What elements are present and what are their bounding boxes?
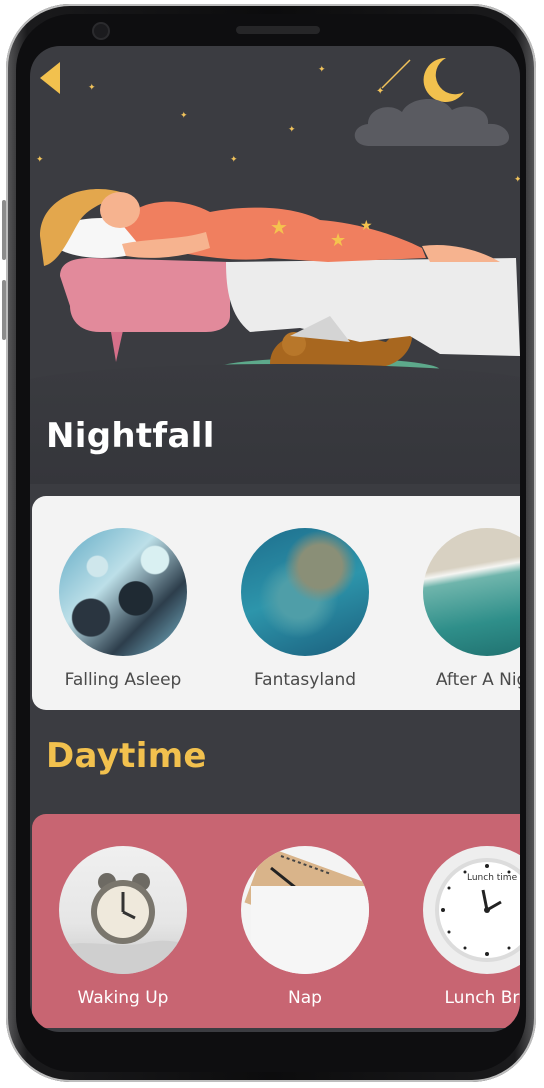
track-label: Fantasyland — [253, 670, 357, 690]
svg-text:★: ★ — [360, 218, 373, 234]
nightfall-carousel[interactable]: Falling Asleep Fantasyland After A Nigh — [32, 496, 520, 710]
star-icon: ✦ — [180, 111, 188, 121]
marble-blue-black-thumbnail — [59, 528, 187, 656]
app-screen: ✦ ✦ ✦ ✦ ✦ ✦ ✦ ✦ ★ ★ ★ Nightfall Falling … — [30, 46, 520, 1032]
volume-button — [2, 280, 6, 340]
track-after-a-night[interactable]: After A Nigh — [422, 528, 520, 698]
daytime-carousel[interactable]: Waking Up Nap Lunch time Lunch Br — [32, 814, 520, 1028]
star-icon: ✦ — [230, 155, 238, 165]
track-falling-asleep[interactable]: Falling Asleep — [58, 528, 188, 698]
track-label: Lunch Bre — [444, 988, 521, 1008]
svg-text:★: ★ — [270, 215, 288, 239]
track-waking-up[interactable]: Waking Up — [58, 846, 188, 1016]
svg-text:★: ★ — [330, 230, 346, 251]
notebook-pen-thumbnail — [241, 846, 369, 974]
track-fantasyland[interactable]: Fantasyland — [240, 528, 370, 698]
star-icon: ✦ — [318, 65, 326, 75]
sleeping-woman-illustration: ★ ★ ★ — [40, 189, 520, 382]
turquoise-sea-aerial-thumbnail — [241, 528, 369, 656]
star-icon: ✦ — [36, 155, 44, 165]
wall-clock-thumbnail: Lunch time — [423, 846, 520, 974]
section-title-daytime: Daytime — [46, 736, 207, 776]
chevron-left-icon[interactable] — [36, 60, 68, 96]
track-label: Falling Asleep — [64, 670, 182, 690]
track-nap[interactable]: Nap — [240, 846, 370, 1016]
track-lunch-break[interactable]: Lunch time Lunch Bre — [422, 846, 520, 1016]
alarm-clock-thumbnail — [59, 846, 187, 974]
earpiece-speaker — [236, 26, 320, 34]
star-icon: ✦ — [288, 125, 296, 135]
track-label: After A Nigh — [435, 670, 520, 690]
section-title-nightfall: Nightfall — [46, 416, 215, 456]
star-icon: ✦ — [88, 83, 96, 93]
notebook-icon — [244, 846, 369, 974]
volume-button — [2, 200, 6, 260]
front-camera — [94, 24, 108, 38]
beach-wave-aerial-thumbnail — [423, 528, 520, 656]
shooting-star-icon: ✦ — [376, 59, 411, 94]
wall-clock-icon: Lunch time — [435, 858, 520, 962]
track-label: Waking Up — [77, 988, 169, 1008]
cloud-icon — [354, 98, 510, 146]
track-label: Nap — [288, 988, 322, 1008]
alarm-clock-icon — [59, 873, 187, 974]
clock-caption: Lunch time — [467, 873, 518, 883]
